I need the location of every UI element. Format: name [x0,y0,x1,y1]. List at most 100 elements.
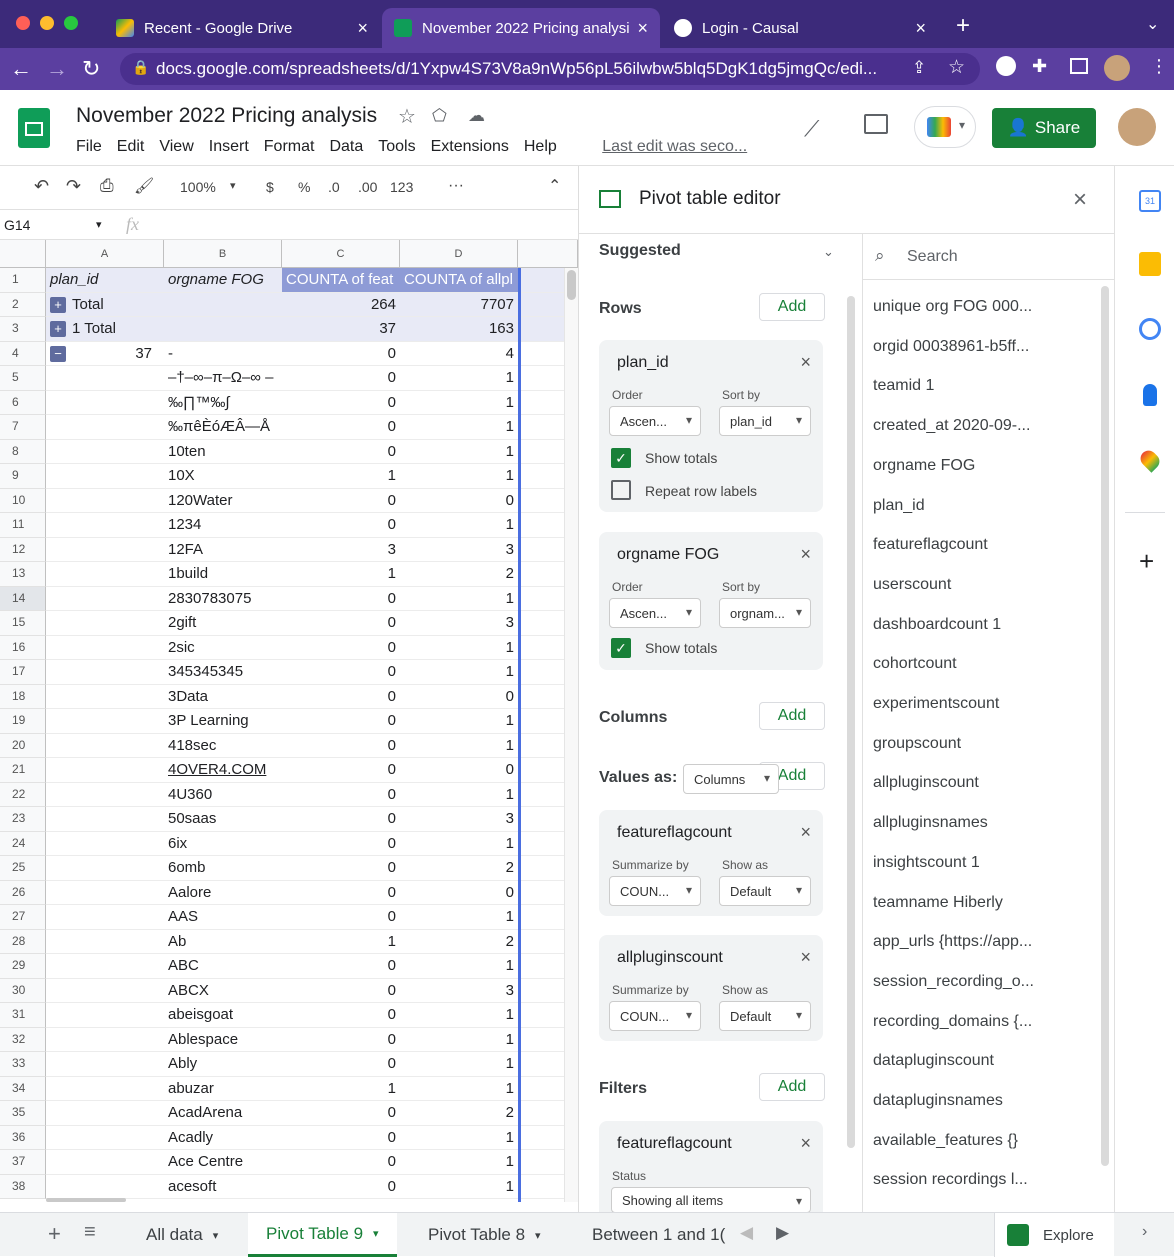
zoom-select[interactable]: 100% [180,179,216,195]
cell-e[interactable] [521,734,564,758]
cell-a[interactable] [46,807,164,832]
cell-e[interactable] [521,930,564,954]
filter-status-select[interactable]: Showing all items [611,1187,811,1213]
cell-c[interactable]: 0 [282,709,400,734]
row-number[interactable]: 14 [0,586,46,611]
collapse-icon[interactable]: − [50,345,66,362]
add-row-button[interactable]: Add [759,293,825,321]
cell-d[interactable]: 1 [400,709,518,734]
paint-format-icon[interactable]: 🖌 [134,176,154,196]
row-number[interactable]: 15 [0,611,46,636]
row-number[interactable]: 10 [0,488,46,513]
cell-b[interactable]: AAS [164,905,282,930]
add-column-button[interactable]: Add [759,702,825,730]
cell-c[interactable]: 0 [282,1126,400,1150]
cell-b[interactable]: 2gift [164,611,282,636]
formula-input[interactable] [160,214,570,236]
field-list-item[interactable]: session recordings l... [873,1171,1028,1189]
cell-e[interactable] [521,807,564,832]
menu-tools[interactable]: Tools [378,138,415,155]
row-number[interactable]: 17 [0,660,46,685]
maximize-window-icon[interactable] [64,16,78,30]
cell-d[interactable]: 1 [400,660,518,685]
cell-a[interactable] [46,562,164,587]
row-number[interactable]: 18 [0,684,46,709]
cell-b[interactable] [164,292,282,317]
cell-e[interactable] [521,758,564,783]
cell-e[interactable] [521,905,564,930]
cell-a[interactable] [46,366,164,391]
menu-insert[interactable]: Insert [209,138,249,155]
field-list-item[interactable]: teamid 1 [873,377,934,395]
cell-a[interactable] [46,538,164,562]
freeze-divider[interactable] [518,268,521,1202]
all-sheets-icon[interactable]: ≡ [84,1221,96,1244]
cell-c[interactable]: 0 [282,979,400,1003]
cell-c[interactable]: 0 [282,783,400,807]
cell-a[interactable] [46,1003,164,1028]
cell-a[interactable] [46,636,164,660]
cell-a[interactable] [46,954,164,979]
row-number[interactable]: 37 [0,1150,46,1175]
tab-search-icon[interactable]: ⌄ [1146,14,1159,34]
cell-d[interactable]: 2 [400,856,518,881]
cell-d[interactable]: 1 [400,513,518,538]
cell-b[interactable]: acesoft [164,1175,282,1199]
currency-button[interactable]: $ [266,179,274,195]
cell-c[interactable]: 1 [282,1077,400,1101]
cell-e[interactable] [521,1126,564,1150]
cell-d[interactable]: 2 [400,1101,518,1126]
cell-a[interactable] [46,783,164,807]
cell-a[interactable] [46,1126,164,1150]
cell-a[interactable] [46,391,164,415]
row-number[interactable]: 32 [0,1027,46,1052]
maps-icon[interactable] [1137,447,1163,473]
cell-c[interactable]: 0 [282,366,400,391]
row-number[interactable]: 7 [0,415,46,440]
profile-avatar[interactable] [1104,55,1130,81]
summarize-select[interactable]: COUN... [609,1001,701,1031]
cell-c[interactable]: 0 [282,954,400,979]
cell-e[interactable] [521,391,564,415]
cell-a[interactable]: − 37 [46,342,164,366]
scrollbar-thumb[interactable] [847,296,855,1148]
row-number[interactable]: 19 [0,709,46,734]
cell-d[interactable]: 4 [400,342,518,366]
cell-b[interactable]: 2830783075 [164,587,282,611]
row-number[interactable]: 6 [0,390,46,415]
cell-a[interactable]: plan_id [46,268,164,293]
row-number[interactable]: 27 [0,905,46,930]
field-list-item[interactable]: dashboardcount 1 [873,616,1001,634]
cell-d[interactable]: COUNTA of allpl [400,268,518,293]
cell-e[interactable] [521,1028,564,1052]
name-box[interactable]: G14 [4,217,30,233]
cell-e[interactable] [521,783,564,807]
row-number[interactable]: 5 [0,366,46,391]
cell-b[interactable]: 3Data [164,685,282,709]
cell-b[interactable]: 4OVER4.COM [164,758,282,783]
row-number[interactable]: 31 [0,1003,46,1028]
row-number[interactable]: 28 [0,929,46,954]
cell-b[interactable]: 418sec [164,734,282,758]
menu-format[interactable]: Format [264,138,315,155]
cell-d[interactable]: 1 [400,366,518,391]
cell-e[interactable] [521,709,564,734]
close-tab-icon[interactable]: × [915,18,926,39]
menu-help[interactable]: Help [524,138,557,155]
cell-e[interactable] [521,856,564,881]
more-formats-button[interactable]: 123 [390,179,413,195]
cell-c[interactable]: 264 [282,292,400,317]
select-all-corner[interactable] [0,240,46,268]
expand-icon[interactable]: + [50,296,66,313]
cell-e[interactable] [521,317,564,342]
cell-c[interactable]: 0 [282,734,400,758]
cell-b[interactable]: 10X [164,464,282,489]
close-tab-icon[interactable]: × [637,18,648,39]
contacts-icon[interactable] [1143,384,1157,406]
account-avatar[interactable] [1118,108,1156,146]
cell-b[interactable]: ‰πêÈóÆÂ—Å [164,415,282,440]
cell-c[interactable]: 0 [282,856,400,881]
field-list-item[interactable]: plan_id [873,497,925,515]
comments-icon[interactable] [864,114,888,134]
cell-e[interactable] [521,1150,564,1175]
